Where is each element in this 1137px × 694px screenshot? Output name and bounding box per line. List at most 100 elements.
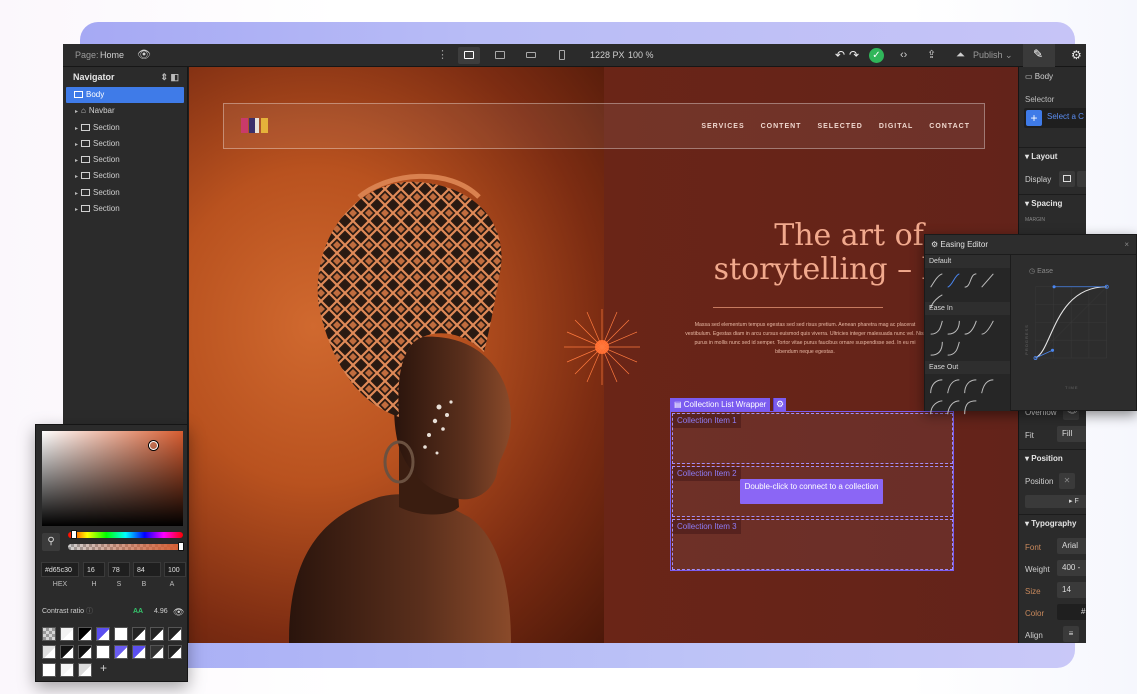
site-nav-link[interactable]: CONTENT	[761, 123, 802, 130]
easing-preset-icon[interactable]	[946, 340, 961, 357]
eyedropper-icon[interactable]: ⚲	[42, 533, 60, 551]
selector-input[interactable]: + Select a C	[1024, 108, 1086, 128]
easing-preset-icon[interactable]	[946, 272, 961, 289]
hue-handle[interactable]	[71, 530, 77, 539]
canvas-zoom[interactable]: 100 %	[628, 44, 654, 67]
alpha-slider[interactable]	[68, 544, 183, 550]
color-swatch[interactable]	[42, 663, 56, 677]
mobile-portrait-breakpoint-icon[interactable]	[551, 47, 573, 64]
preview-eye-icon[interactable]: 👁	[137, 44, 151, 67]
easing-preset-icon[interactable]	[946, 319, 961, 336]
color-swatch[interactable]	[114, 645, 128, 659]
color-input[interactable]: #	[1057, 604, 1086, 620]
code-icon[interactable]: ‹›	[900, 44, 907, 67]
easing-preset-icon[interactable]	[980, 378, 995, 395]
connect-collection-button[interactable]: Double-click to connect to a collection	[740, 479, 883, 504]
site-nav-link[interactable]: SERVICES	[701, 123, 744, 130]
saturation-input[interactable]: 78	[108, 562, 130, 577]
navigator-item[interactable]: ▸ Section	[63, 152, 187, 168]
easing-preset-icon[interactable]	[980, 272, 995, 289]
easing-preset-icon[interactable]	[929, 272, 944, 289]
element-settings-gear-icon[interactable]: ⚙	[773, 398, 786, 411]
easing-preset-icon[interactable]	[980, 319, 995, 336]
color-swatch[interactable]	[132, 627, 146, 641]
collection-list-wrapper-tag[interactable]: ▤ Collection List Wrapper	[670, 398, 771, 411]
more-options-icon[interactable]: ⋮	[437, 44, 448, 67]
easing-preset-icon[interactable]	[929, 399, 944, 416]
info-icon[interactable]: ⓘ	[86, 608, 93, 615]
collection-item[interactable]: Collection Item 1	[672, 413, 953, 464]
color-swatch[interactable]	[78, 645, 92, 659]
color-swatch[interactable]	[168, 645, 182, 659]
color-swatch[interactable]	[150, 627, 164, 641]
mobile-landscape-breakpoint-icon[interactable]	[520, 47, 542, 64]
contrast-eye-icon[interactable]: 👁	[173, 606, 184, 618]
easing-preset-icon[interactable]	[946, 399, 961, 416]
publish-button[interactable]: Publish ⌄	[973, 44, 1013, 67]
redo-icon[interactable]: ↷	[849, 44, 859, 67]
easing-preset-icon[interactable]	[929, 340, 944, 357]
position-section[interactable]: ▾ Position	[1019, 449, 1086, 467]
navigator-item[interactable]: ▸ Section	[63, 185, 187, 201]
easing-curve-graph[interactable]	[1025, 279, 1125, 389]
align-left-icon[interactable]: ≡	[1063, 626, 1079, 642]
navigator-item[interactable]: ▸ Section	[63, 120, 187, 136]
position-dropdown[interactable]: ▸ F	[1025, 495, 1086, 508]
easing-preset-icon[interactable]	[963, 272, 978, 289]
page-selector[interactable]: Home	[100, 44, 124, 67]
color-swatch[interactable]	[60, 627, 74, 641]
hue-slider[interactable]	[68, 532, 183, 538]
font-select[interactable]: Arial	[1057, 538, 1086, 554]
tablet-breakpoint-icon[interactable]	[489, 47, 511, 64]
fit-select[interactable]: Fill	[1057, 426, 1086, 442]
color-swatch[interactable]	[168, 627, 182, 641]
color-swatch[interactable]	[96, 645, 110, 659]
spacing-section[interactable]: ▾ Spacing	[1019, 194, 1086, 212]
site-navbar[interactable]: SERVICES CONTENT SELECTED DIGITAL CONTACT	[223, 103, 985, 149]
display-flex-icon[interactable]	[1077, 171, 1086, 187]
easing-preview[interactable]: ◷ Ease	[1029, 267, 1053, 275]
easing-preset-icon[interactable]	[929, 319, 944, 336]
hero-paragraph[interactable]: Massa sed elementum tempus egestas sed s…	[685, 321, 925, 357]
color-swatch[interactable]	[114, 627, 128, 641]
site-logo[interactable]	[241, 118, 271, 133]
size-input[interactable]: 14	[1057, 582, 1086, 598]
site-nav-link[interactable]: CONTACT	[929, 123, 970, 130]
position-none-icon[interactable]: ✕	[1059, 473, 1075, 489]
style-panel-tab[interactable]: ✎	[1023, 44, 1055, 67]
color-swatch[interactable]	[78, 627, 92, 641]
navigator-item[interactable]: Body	[66, 87, 184, 104]
site-nav-link[interactable]: SELECTED	[817, 123, 862, 130]
color-swatch[interactable]	[60, 663, 74, 677]
saturation-brightness-area[interactable]	[42, 431, 183, 526]
color-swatch[interactable]	[42, 627, 56, 641]
hue-input[interactable]: 16	[83, 562, 105, 577]
hex-input[interactable]: #d65c30	[41, 562, 79, 577]
color-swatch[interactable]	[132, 645, 146, 659]
export-icon[interactable]: ⇪	[927, 44, 936, 67]
color-swatch[interactable]	[150, 645, 164, 659]
settings-gear-icon[interactable]: ⚙	[1071, 44, 1082, 67]
typography-section[interactable]: ▾ Typography	[1019, 514, 1086, 532]
undo-icon[interactable]: ↶	[835, 44, 845, 67]
alpha-input[interactable]: 100	[164, 562, 186, 577]
brightness-input[interactable]: 84	[133, 562, 161, 577]
display-block-icon[interactable]	[1059, 171, 1075, 187]
color-swatch[interactable]	[78, 663, 92, 677]
design-canvas[interactable]: SERVICES CONTENT SELECTED DIGITAL CONTACT Th…	[189, 67, 1018, 643]
easing-preset-icon[interactable]	[929, 378, 944, 395]
desktop-breakpoint-icon[interactable]	[458, 47, 480, 64]
close-icon[interactable]: ×	[1124, 235, 1129, 255]
collection-item[interactable]: Collection Item 3	[672, 519, 953, 570]
easing-preset-icon[interactable]	[946, 378, 961, 395]
alpha-handle[interactable]	[178, 542, 184, 551]
navigator-item[interactable]: ▸ Section	[63, 168, 187, 184]
navigator-controls[interactable]: ⇕ ◧	[160, 67, 179, 87]
navigator-item[interactable]: ▸ Section	[63, 201, 187, 217]
add-swatch-button[interactable]: +	[100, 661, 107, 675]
color-swatch[interactable]	[42, 645, 56, 659]
site-nav-link[interactable]: DIGITAL	[879, 123, 913, 130]
easing-preset-icon[interactable]	[963, 378, 978, 395]
layout-section[interactable]: ▾ Layout	[1019, 147, 1086, 165]
navigator-item[interactable]: ▸ ⌂ Navbar	[63, 103, 187, 119]
